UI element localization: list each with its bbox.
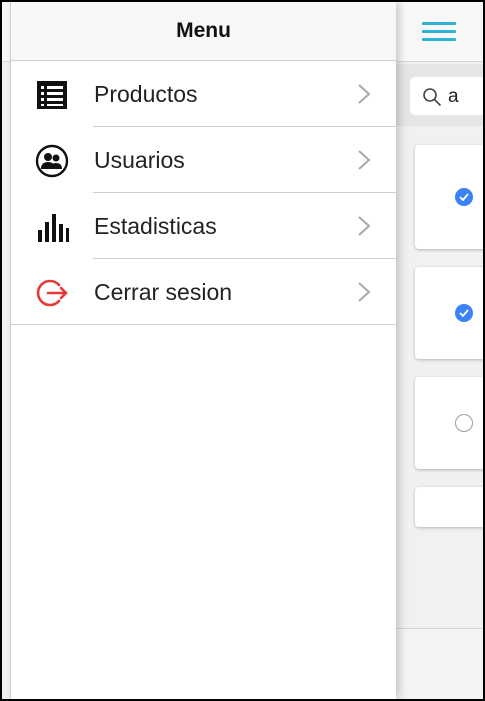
menu-item-label: Cerrar sesion	[94, 279, 233, 305]
list-card[interactable]	[415, 267, 483, 359]
menu-header: Menu	[11, 2, 396, 61]
hamburger-menu-icon[interactable]	[422, 19, 456, 43]
menu-item-label: Productos	[94, 81, 198, 107]
chevron-right-icon	[358, 150, 371, 170]
side-menu: Menu Productos Usuarios Estadisticas Cer…	[10, 2, 396, 699]
bar-chart-icon	[38, 214, 69, 242]
app-frame: a Menu Productos Usuarios Estadisticas C…	[2, 2, 483, 699]
users-icon	[35, 144, 69, 178]
list-card[interactable]	[415, 145, 483, 249]
menu-item-cerrar-sesion[interactable]: Cerrar sesion	[11, 259, 396, 325]
list-card[interactable]	[415, 377, 483, 469]
list-card[interactable]	[415, 487, 483, 527]
bottom-bar	[396, 628, 483, 699]
list-icon	[37, 81, 67, 109]
menu-item-usuarios[interactable]: Usuarios	[11, 127, 396, 193]
unchecked-icon[interactable]	[455, 414, 473, 432]
search-input[interactable]: a	[410, 77, 483, 115]
chevron-right-icon	[358, 84, 371, 104]
menu-item-estadisticas[interactable]: Estadisticas	[11, 193, 396, 259]
search-value: a	[448, 86, 459, 107]
search-bar: a	[396, 64, 483, 126]
checked-icon[interactable]	[455, 188, 473, 206]
chevron-right-icon	[358, 282, 371, 302]
checked-icon[interactable]	[455, 304, 473, 322]
menu-item-label: Estadisticas	[94, 213, 217, 239]
logout-icon	[36, 279, 68, 307]
chevron-right-icon	[358, 216, 371, 236]
menu-item-label: Usuarios	[94, 147, 185, 173]
menu-item-productos[interactable]: Productos	[11, 61, 396, 127]
search-icon	[423, 88, 441, 106]
menu-title: Menu	[176, 19, 231, 42]
